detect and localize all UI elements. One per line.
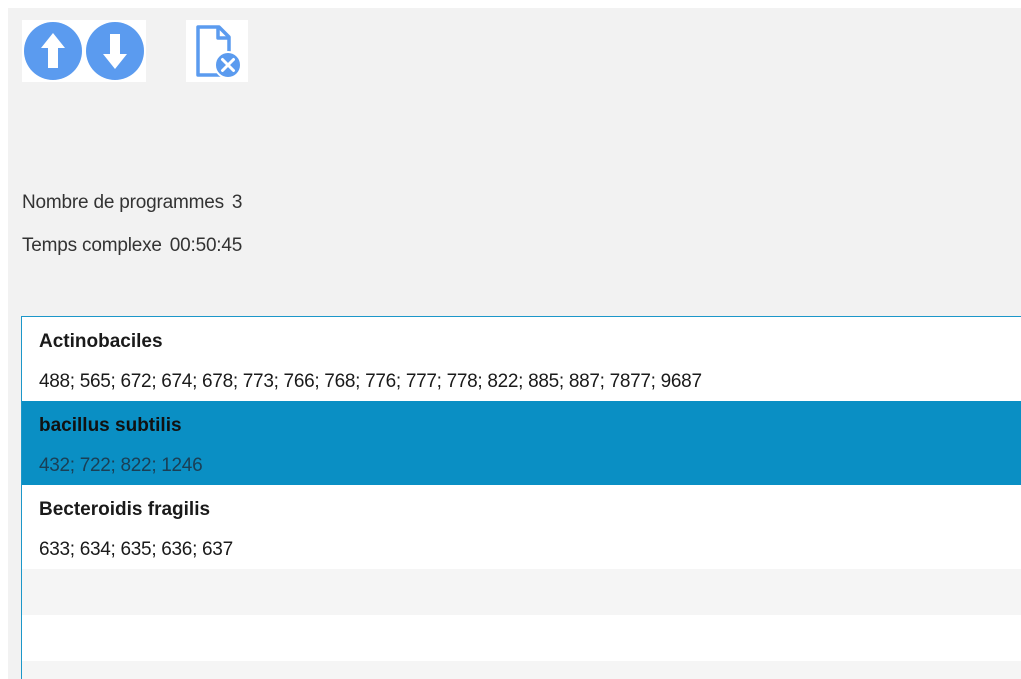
list-item[interactable]: Becteroidis fragilis 633; 634; 635; 636;… <box>22 485 1021 569</box>
move-up-button[interactable] <box>22 20 84 82</box>
toolbar <box>22 20 248 86</box>
list-item-selected[interactable]: bacillus subtilis 432; 722; 822; 1246 <box>22 401 1021 485</box>
list-item-codes: 432; 722; 822; 1246 <box>39 455 203 476</box>
delete-program-button[interactable] <box>186 20 248 82</box>
list-item-codes: 488; 565; 672; 674; 678; 773; 766; 768; … <box>39 371 702 392</box>
program-count-label: Nombre de programmes <box>22 192 224 213</box>
program-count-value: 3 <box>231 192 243 213</box>
list-item-name: Becteroidis fragilis <box>39 499 211 520</box>
arrow-down-circle-icon <box>86 22 144 80</box>
total-time: Temps complexe 00:50:45 <box>22 235 242 257</box>
total-time-value: 00:50:45 <box>169 235 243 256</box>
list-item-name: Actinobaciles <box>39 331 163 352</box>
empty-row <box>22 615 1021 661</box>
total-time-label: Temps complexe <box>22 235 162 256</box>
list-item-codes: 633; 634; 635; 636; 637 <box>39 539 233 560</box>
program-count: Nombre de programmes 3 <box>22 192 243 214</box>
main-window: Nombre de programmes 3 Temps complexe 00:5… <box>8 8 1021 679</box>
arrow-up-circle-icon <box>24 22 82 80</box>
move-down-button[interactable] <box>84 20 146 82</box>
program-list[interactable]: Actinobaciles 488; 565; 672; 674; 678; 7… <box>21 316 1021 679</box>
list-item[interactable]: Actinobaciles 488; 565; 672; 674; 678; 7… <box>22 317 1021 401</box>
empty-row <box>22 661 1021 679</box>
list-item-name: bacillus subtilis <box>39 415 182 436</box>
empty-row <box>22 569 1021 615</box>
document-delete-icon <box>196 25 242 79</box>
